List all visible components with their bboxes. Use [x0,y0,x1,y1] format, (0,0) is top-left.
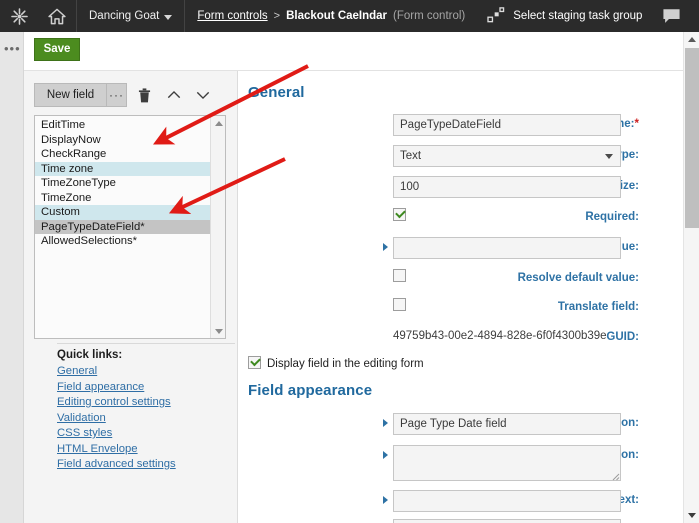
save-button[interactable]: Save [34,38,80,61]
macro-caret-icon[interactable] [383,451,388,459]
list-item[interactable]: Custom [35,205,211,220]
rail-more-options-button[interactable]: ••• [4,42,21,55]
site-name-label: Dancing Goat [89,10,160,22]
page-scroll-down-icon[interactable] [684,508,699,523]
explanation-text-input[interactable] [393,490,621,512]
field-editor-form: General Field name:* Data type: Text Siz… [239,71,678,523]
field-list-panel: New field ··· EditTime DisplayNow CheckR… [24,71,238,523]
quick-link-field-appearance[interactable]: Field appearance [57,380,237,396]
required-checkbox[interactable] [393,208,406,221]
field-list-toolbar: New field ··· [34,83,214,107]
quick-link-field-advanced-settings[interactable]: Field advanced settings [57,457,237,473]
display-field-label: Display field in the editing form [267,358,424,370]
breadcrumb-meta: (Form control) [393,10,466,22]
comment-icon[interactable] [652,0,690,32]
field-list-items: EditTime DisplayNow CheckRange Time zone… [35,116,211,249]
home-icon[interactable] [38,0,76,32]
new-field-button[interactable]: New field [34,83,106,107]
trash-icon[interactable] [133,83,156,107]
chevron-up-icon[interactable] [162,83,185,107]
quick-link-general[interactable]: General [57,364,237,380]
chevron-down-icon[interactable] [191,83,214,107]
guid-value: 49759b43-00e2-4894-828e-6f0f4300b39e [393,330,607,342]
list-item[interactable]: CheckRange [35,147,211,162]
quick-link-editing-control-settings[interactable]: Editing control settings [57,395,237,411]
left-rail: ••• [0,32,24,523]
page-scrollbar[interactable] [683,32,699,523]
next-field-input-partial[interactable] [393,519,621,523]
help-icon[interactable]: ? [690,0,699,32]
scroll-down-icon[interactable] [211,324,225,338]
staging-task-group-selector[interactable]: Select staging task group [477,0,652,32]
staging-tasks-icon [487,6,505,26]
quick-links-divider [57,343,235,344]
app-window: Dancing Goat Form controls > Blackout Ca… [0,0,699,523]
required-label: Required: [585,211,639,223]
chevron-down-icon [164,15,173,20]
list-item-selected[interactable]: PageTypeDateField* [35,219,211,234]
quick-link-validation[interactable]: Validation [57,411,237,427]
macro-caret-icon[interactable] [383,496,388,504]
action-toolbar: Save [24,32,699,71]
field-listbox[interactable]: EditTime DisplayNow CheckRange Time zone… [34,115,226,339]
breadcrumb: Form controls > Blackout CaeIndar (Form … [185,0,477,32]
translate-field-label: Translate field: [557,301,639,313]
list-item[interactable]: Time zone [35,161,211,176]
resolve-default-value-row: Resolve default value: [239,268,639,290]
field-list-scrollbar[interactable] [210,116,225,338]
data-type-value: Text [400,150,422,162]
resolve-default-value-label: Resolve default value: [517,272,639,284]
macro-caret-icon[interactable] [383,243,388,251]
quick-link-html-envelope[interactable]: HTML Envelope [57,442,237,458]
list-item[interactable]: TimeZoneType [35,176,211,191]
staging-task-group-label: Select staging task group [513,10,643,22]
new-field-more-button[interactable]: ··· [106,83,127,107]
breadcrumb-separator: > [273,10,281,22]
topbar-right-icons: ? [652,0,699,32]
field-caption-input[interactable] [393,413,621,435]
breadcrumb-parent-link[interactable]: Form controls [197,10,267,22]
scroll-up-icon[interactable] [211,116,225,130]
list-item[interactable]: EditTime [35,118,211,133]
default-value-input[interactable] [393,237,621,259]
macro-caret-icon[interactable] [383,419,388,427]
page-scroll-up-icon[interactable] [684,32,699,47]
site-selector[interactable]: Dancing Goat [77,0,184,32]
top-navigation-bar: Dancing Goat Form controls > Blackout Ca… [0,0,699,32]
page-scroll-thumb[interactable] [685,48,699,228]
translate-field-row: Translate field: [239,297,639,319]
display-field-checkbox[interactable] [248,356,261,369]
field-description-textarea[interactable] [393,445,621,481]
field-name-input[interactable] [393,114,621,136]
quick-links-title: Quick links: [57,349,123,361]
size-input[interactable] [393,176,621,198]
list-item[interactable]: TimeZone [35,191,211,206]
list-item[interactable]: AllowedSelections* [35,234,211,249]
general-section-heading: General [248,84,305,101]
breadcrumb-current: Blackout CaeIndar [286,10,388,22]
field-appearance-heading: Field appearance [248,382,373,399]
data-type-select[interactable]: Text [393,145,621,167]
quick-links: Quick links: General Field appearance Ed… [57,349,237,473]
chevron-down-icon [605,154,613,159]
list-item[interactable]: DisplayNow [35,133,211,148]
required-row: Required: [239,207,639,229]
translate-field-checkbox[interactable] [393,298,406,311]
kentico-burst-icon[interactable] [0,0,38,32]
quick-link-css-styles[interactable]: CSS styles [57,426,237,442]
resolve-default-value-checkbox[interactable] [393,269,406,282]
